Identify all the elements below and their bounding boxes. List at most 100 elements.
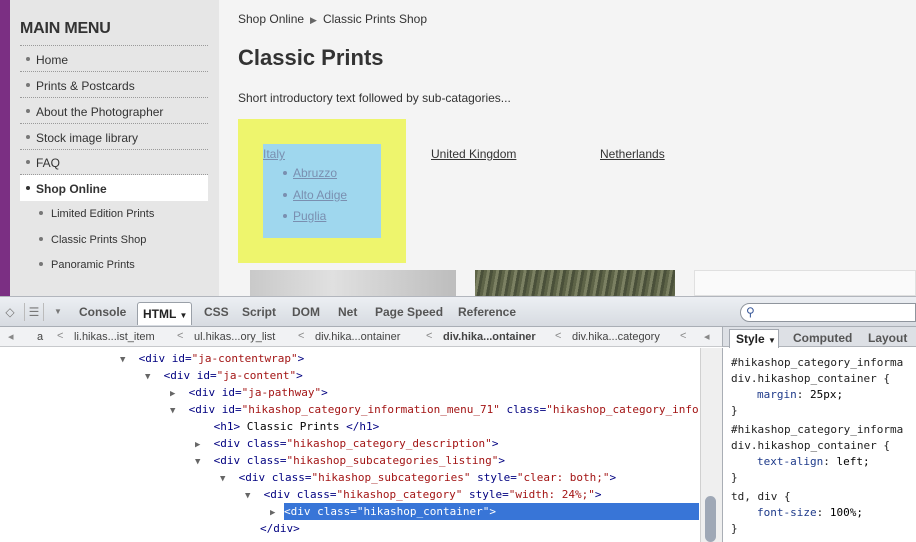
bullet-icon [26, 135, 30, 139]
bullet-icon [26, 160, 30, 164]
tab-style-label: Style [736, 332, 765, 346]
bullet-icon [283, 193, 287, 197]
tree-scrollbar[interactable] [700, 348, 722, 542]
subcategory-link-puglia[interactable]: Puglia [293, 209, 326, 223]
bullet-icon [283, 214, 287, 218]
main-content: Shop Online ▶ Classic Prints Shop Classic … [238, 0, 916, 296]
category-link-italy[interactable]: Italy [263, 147, 285, 161]
css-selector: div.hikashop_container { [731, 439, 890, 452]
tab-page-speed[interactable]: Page Speed [375, 305, 443, 319]
tree-node-row[interactable]: ▶ [270, 503, 282, 520]
sidebar-accent-bar [0, 0, 10, 296]
bullet-icon [26, 57, 30, 61]
bullet-icon [283, 171, 287, 175]
path-separator: < [177, 330, 184, 342]
tab-net[interactable]: Net [338, 305, 357, 319]
css-selector: td, div { [731, 490, 791, 503]
menu-item-prints-postcards[interactable]: Prints & Postcards [20, 72, 208, 98]
tree-node[interactable]: ▶ <div id="ja-pathway"> [170, 384, 328, 401]
tree-node[interactable]: ▼ <div class="hikashop_subcategories" st… [220, 469, 616, 486]
scrollbar-thumb[interactable] [705, 496, 716, 542]
hikashop-container-highlight: Italy Abruzzo Alto Adige Puglia [263, 144, 381, 238]
expanded-twisty-icon[interactable]: ▼ [220, 471, 232, 488]
css-property[interactable]: font-size: 100%; [757, 504, 863, 521]
expanded-twisty-icon[interactable]: ▼ [145, 369, 157, 386]
tab-style[interactable]: Style ▼ [729, 329, 779, 348]
menu-item-label: FAQ [36, 156, 61, 170]
main-menu-sidebar: MAIN MENU Home Prints & Postcards About … [10, 0, 219, 296]
menu-item-shop-online[interactable]: Shop Online [20, 175, 208, 201]
subcategory-link-alto-adige[interactable]: Alto Adige [293, 188, 347, 202]
product-thumbnail[interactable] [250, 270, 456, 296]
submenu-item-limited-edition[interactable]: Limited Edition Prints [20, 201, 208, 226]
path-separator: < [680, 330, 687, 342]
expanded-twisty-icon[interactable]: ▼ [245, 488, 257, 505]
menu-item-label: About the Photographer [36, 105, 164, 119]
tree-node[interactable]: ▼ <div id="ja-contentwrap"> [120, 350, 304, 367]
chevron-right-icon: ▶ [310, 15, 317, 25]
path-item[interactable]: div.hika...ontainer [315, 331, 400, 343]
menu-item-faq[interactable]: FAQ [20, 149, 208, 175]
scroll-right-icon[interactable]: ◂ [704, 330, 710, 343]
dropdown-arrow-icon[interactable]: ▼ [48, 303, 68, 321]
bullet-icon [39, 262, 43, 266]
menu-item-label: Prints & Postcards [36, 79, 135, 93]
category-link-united-kingdom[interactable]: United Kingdom [431, 147, 516, 161]
submenu-item-classic-prints[interactable]: Classic Prints Shop [20, 227, 208, 252]
path-item[interactable]: div.hika...category [572, 331, 660, 343]
path-item[interactable]: ul.hikas...ory_list [194, 331, 275, 343]
tree-node[interactable]: </div> [260, 520, 300, 537]
bullet-icon [39, 237, 43, 241]
product-thumbnail[interactable] [694, 270, 916, 296]
tab-dom[interactable]: DOM [292, 305, 320, 319]
breadcrumb-link-shop-online[interactable]: Shop Online [238, 12, 304, 26]
path-item-selected[interactable]: div.hika...ontainer [443, 331, 536, 343]
css-selector: #hikashop_category_informa [731, 423, 904, 436]
tree-node[interactable]: ▼ <div class="hikashop_subcategories_lis… [195, 452, 505, 469]
tree-node[interactable]: ▼ <div id="hikashop_category_information… [170, 401, 700, 418]
main-menu-title: MAIN MENU [20, 20, 111, 37]
subcategory-link-abruzzo[interactable]: Abruzzo [293, 166, 337, 180]
tree-node[interactable]: <h1> Classic Prints </h1> [195, 418, 380, 435]
tree-node[interactable]: ▼ <div class="hikashop_category" style="… [245, 486, 601, 503]
menu-item-label: Shop Online [36, 182, 107, 196]
css-property[interactable]: margin: 25px; [757, 386, 843, 403]
tab-html-label: HTML [143, 307, 177, 321]
css-rule-end: } [731, 522, 738, 535]
expanded-twisty-icon[interactable]: ▼ [170, 403, 182, 420]
tree-node-selected[interactable]: <div class="hikashop_container"> [284, 503, 699, 520]
search-icon: ⚲ [746, 305, 755, 319]
tab-computed[interactable]: Computed [793, 331, 852, 345]
html-tree-panel: ▼ <div id="ja-contentwrap"> ▼ <div id="j… [0, 348, 700, 542]
path-item[interactable]: a [37, 331, 43, 343]
bullet-icon [26, 109, 30, 113]
menu-item-home[interactable]: Home [20, 46, 208, 72]
website-viewport: MAIN MENU Home Prints & Postcards About … [0, 0, 916, 296]
expanded-twisty-icon[interactable]: ▼ [195, 454, 207, 471]
tab-layout[interactable]: Layout [868, 331, 907, 345]
tab-html[interactable]: HTML ▼ [137, 302, 192, 325]
path-item[interactable]: li.hikas...ist_item [74, 331, 155, 343]
search-input[interactable]: ⚲ [740, 303, 916, 322]
expanded-twisty-icon[interactable]: ▼ [120, 352, 132, 369]
product-thumbnail[interactable] [475, 270, 675, 296]
menu-item-stock-image-library[interactable]: Stock image library [20, 124, 208, 150]
tab-console[interactable]: Console [79, 305, 126, 319]
firebug-toolbar: ◇ ☰ ▼ Console HTML ▼ CSS Script DOM Net … [0, 296, 916, 327]
css-rule-end: } [731, 471, 738, 484]
tree-node[interactable]: ▼ <div id="ja-content"> [145, 367, 303, 384]
category-link-netherlands[interactable]: Netherlands [600, 147, 665, 161]
css-selector: #hikashop_category_informa [731, 356, 904, 369]
menu-lines-icon[interactable]: ☰ [24, 303, 44, 321]
dropdown-arrow-icon: ▼ [768, 336, 776, 345]
css-property[interactable]: text-align: left; [757, 453, 870, 470]
tab-script[interactable]: Script [242, 305, 276, 319]
tab-css[interactable]: CSS [204, 305, 229, 319]
path-separator: < [57, 330, 64, 342]
menu-item-about-photographer[interactable]: About the Photographer [20, 98, 208, 124]
submenu-item-panoramic[interactable]: Panoramic Prints [20, 252, 208, 277]
tab-reference[interactable]: Reference [458, 305, 516, 319]
scroll-left-icon[interactable]: ◂ [8, 330, 14, 343]
tree-node[interactable]: ▶ <div class="hikashop_category_descript… [195, 435, 498, 452]
inspect-icon[interactable]: ◇ [0, 303, 20, 321]
